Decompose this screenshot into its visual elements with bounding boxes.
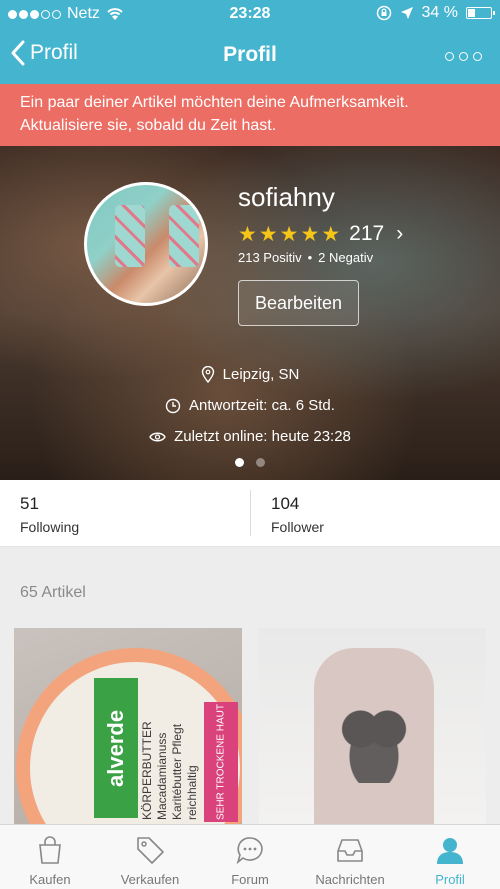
tag-icon — [137, 837, 164, 864]
status-bar: Netz 23:28 34 % — [0, 0, 500, 30]
response-time-text: Antwortzeit: ca. 6 Std. — [189, 397, 335, 414]
tab-nachrichten[interactable]: Nachrichten — [300, 825, 400, 889]
more-dot-icon — [459, 52, 468, 61]
product-image — [314, 648, 434, 828]
battery-icon — [466, 7, 495, 19]
last-online-row: Zuletzt online: heute 23:28 — [0, 428, 500, 445]
more-dot-icon — [473, 52, 482, 61]
tab-label: Profil — [435, 872, 465, 887]
tab-forum[interactable]: Forum — [200, 825, 300, 889]
product-card[interactable] — [259, 628, 486, 828]
last-online-text: Zuletzt online: heute 23:28 — [174, 428, 351, 445]
tab-label: Kaufen — [29, 872, 71, 887]
avatar[interactable] — [84, 182, 208, 306]
chat-bubble-icon — [236, 837, 263, 865]
tab-kaufen[interactable]: Kaufen — [0, 825, 100, 889]
status-right: 34 % — [376, 4, 495, 22]
inbox-icon — [337, 839, 363, 862]
following-stat[interactable]: 51 Following — [0, 480, 250, 546]
positive-count: 213 Positiv — [238, 250, 302, 265]
rating-count: 217 — [349, 222, 385, 245]
battery-percent: 34 % — [421, 4, 458, 21]
location-row: Leipzig, SN — [0, 366, 500, 383]
banner-message: Ein paar deiner Artikel möchten deine Au… — [20, 94, 409, 134]
page-indicator[interactable] — [0, 458, 500, 467]
vote-summary: 213 Positiv • 2 Negativ — [238, 250, 373, 265]
tab-label: Forum — [231, 872, 269, 887]
product-brand: alverde — [94, 678, 138, 818]
star-icon: ★ — [238, 222, 257, 246]
negative-count: 2 Negativ — [318, 250, 374, 265]
tab-label: Verkaufen — [120, 872, 180, 887]
profile-header: sofiahny ★ ★ ★ ★ ★ 217 › 213 Positiv • 2… — [0, 146, 500, 480]
person-icon — [437, 838, 463, 864]
bullet-separator: • — [307, 250, 313, 265]
rating-link[interactable]: ★ ★ ★ ★ ★ 217 › — [238, 222, 403, 246]
star-icon: ★ — [279, 222, 299, 246]
articles-count: 65 Artikel — [20, 584, 86, 601]
page-dot — [235, 458, 244, 467]
follow-stats: 51 Following 104 Follower — [0, 480, 500, 547]
follower-stat[interactable]: 104 Follower — [250, 490, 500, 536]
chevron-right-icon: › — [396, 222, 404, 245]
more-options-button[interactable] — [445, 52, 482, 61]
tab-label: Nachrichten — [315, 872, 385, 887]
product-badge: SEHR TROCKENE HAUT — [204, 702, 238, 822]
response-time-row: Antwortzeit: ca. 6 Std. — [0, 397, 500, 414]
tab-profil[interactable]: Profil — [400, 825, 500, 889]
following-count: 51 — [20, 494, 39, 513]
edit-profile-button[interactable]: Bearbeiten — [238, 280, 359, 326]
location-text: Leipzig, SN — [222, 366, 300, 383]
shopping-bag-icon — [39, 836, 61, 864]
eye-icon — [149, 432, 166, 441]
page-dot — [256, 458, 265, 467]
star-icon: ★ — [321, 222, 341, 246]
tab-verkaufen[interactable]: Verkaufen — [100, 825, 200, 889]
follower-count: 104 — [271, 494, 300, 513]
username: sofiahny — [238, 182, 335, 212]
product-label-text: KÖRPERBUTTER Macadamianuss Karitébutter … — [140, 721, 199, 820]
page-title: Profil — [223, 43, 277, 66]
nav-bar: Profil Profil — [0, 30, 500, 84]
location-arrow-icon — [400, 7, 413, 19]
clock-icon — [165, 398, 181, 413]
star-icon: ★ — [300, 222, 320, 246]
star-icon: ★ — [258, 222, 278, 246]
following-label: Following — [20, 519, 80, 535]
rotation-lock-icon — [376, 5, 391, 21]
location-pin-icon — [201, 366, 214, 383]
tab-bar: Kaufen Verkaufen Forum Nachrichten Profi… — [0, 824, 500, 889]
follower-label: Follower — [271, 519, 324, 535]
more-dot-icon — [445, 52, 454, 61]
attention-banner[interactable]: Ein paar deiner Artikel möchten deine Au… — [0, 84, 500, 146]
product-card[interactable]: alverde KÖRPERBUTTER Macadamianuss Karit… — [14, 628, 242, 828]
